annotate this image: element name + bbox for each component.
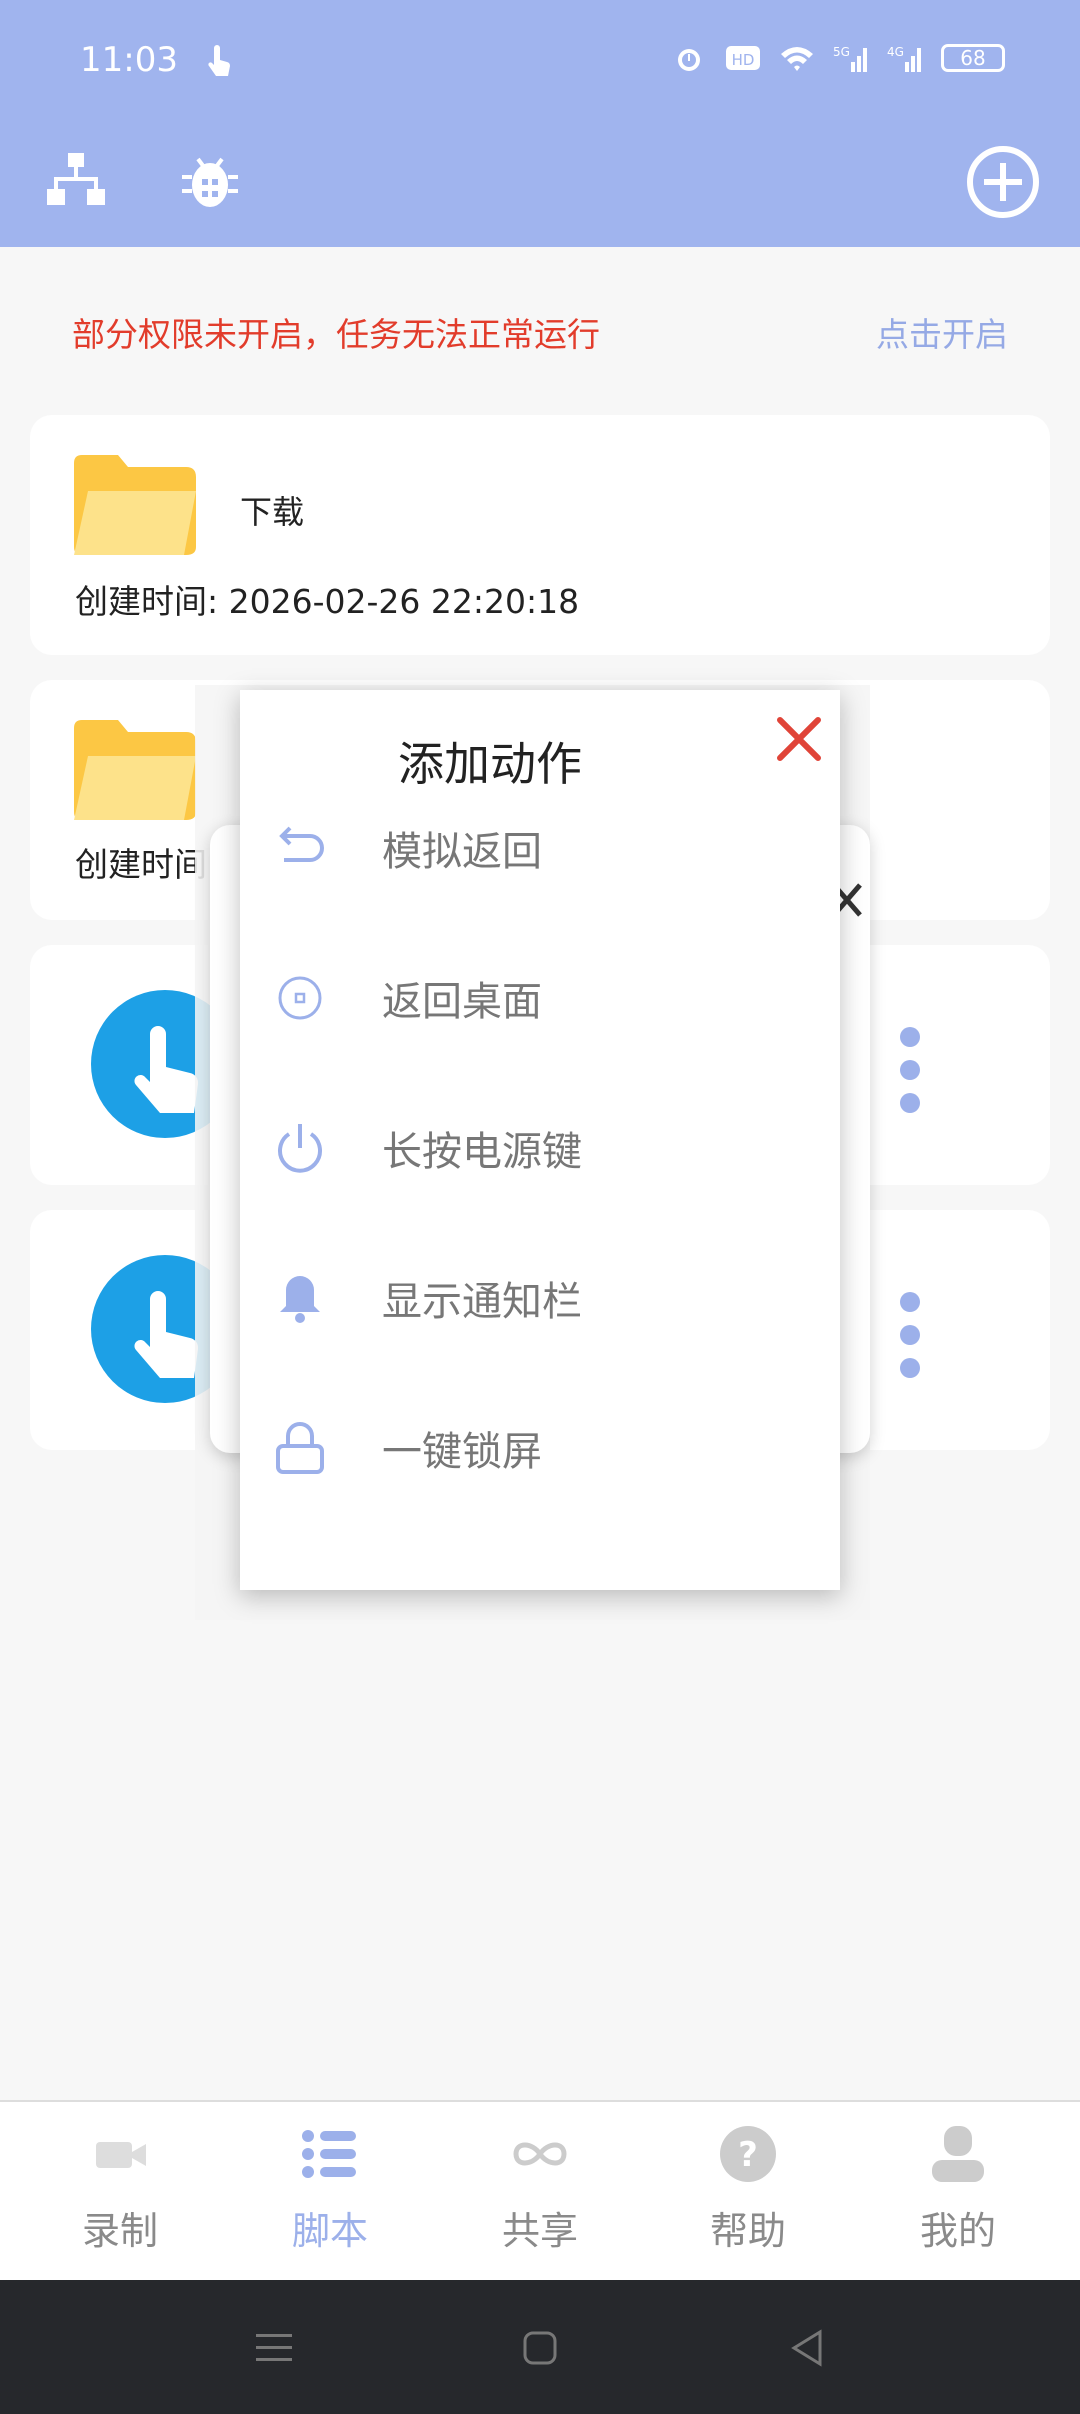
status-time: 11:03 bbox=[80, 40, 178, 80]
action-item-lock[interactable]: 一键锁屏 bbox=[270, 1388, 810, 1508]
5g-signal-icon: 5G bbox=[833, 45, 867, 72]
wifi-icon bbox=[781, 47, 813, 71]
created-time: 创建时间: 2026-02-26 22:20:18 bbox=[75, 575, 579, 623]
svg-text:HD: HD bbox=[732, 51, 755, 69]
svg-text:5G: 5G bbox=[833, 45, 850, 59]
bell-icon bbox=[280, 1276, 320, 1323]
user-icon bbox=[932, 2126, 984, 2182]
nav-label: 我的 bbox=[919, 2209, 996, 2253]
nav-item-profile[interactable]: 我的 bbox=[858, 2122, 1058, 2272]
enable-permission-link[interactable]: 点击开启 bbox=[876, 308, 1008, 356]
system-nav-bar bbox=[0, 2280, 1080, 2414]
infinity-icon bbox=[513, 2142, 567, 2166]
action-label: 模拟返回 bbox=[382, 829, 542, 875]
power-icon bbox=[278, 1124, 322, 1173]
network-icon[interactable] bbox=[44, 149, 108, 213]
action-label: 返回桌面 bbox=[382, 979, 542, 1025]
battery-level: 68 bbox=[960, 46, 986, 70]
home-square-icon[interactable] bbox=[516, 2324, 564, 2372]
script-card[interactable]: 下载 创建时间: 2026-02-26 22:20:18 bbox=[30, 415, 1050, 655]
back-triangle-icon[interactable] bbox=[784, 2324, 832, 2372]
action-label: 显示通知栏 bbox=[382, 1279, 582, 1325]
home-circle-icon bbox=[278, 976, 322, 1020]
created-time-label: 创建时间: bbox=[75, 582, 219, 621]
app-header bbox=[0, 125, 1080, 247]
add-action-dialog: 添加动作 模拟返回 返回桌面 长按电源键 显示通知栏 一键锁屏 bbox=[240, 690, 840, 1590]
back-arrow-icon bbox=[279, 826, 324, 862]
created-time-label: 创建时间 bbox=[75, 845, 207, 884]
battery-icon: 68 bbox=[941, 44, 1005, 72]
more-icon[interactable] bbox=[890, 1025, 930, 1115]
permission-warning-text: 部分权限未开启，任务无法正常运行 bbox=[72, 315, 600, 354]
script-name: 下载 bbox=[240, 493, 305, 531]
lock-icon bbox=[276, 1422, 324, 1474]
folder-icon bbox=[74, 455, 196, 555]
action-item-notification[interactable]: 显示通知栏 bbox=[270, 1238, 810, 1358]
bug-icon[interactable] bbox=[178, 149, 242, 213]
menu-icon[interactable] bbox=[250, 2324, 298, 2372]
bottom-nav: 录制 脚本 共享 ? 帮助 我的 bbox=[0, 2100, 1080, 2282]
svg-text:4G: 4G bbox=[887, 45, 904, 59]
touch-icon bbox=[208, 45, 231, 76]
alarm-icon bbox=[678, 49, 700, 71]
help-icon: ? bbox=[720, 2126, 776, 2182]
status-bar: 11:03 HD 5G 4G 68 bbox=[0, 0, 1080, 125]
folder-icon bbox=[74, 720, 196, 820]
created-time-value: 2026-02-26 22:20:18 bbox=[228, 582, 580, 621]
list-icon bbox=[302, 2130, 356, 2178]
nav-item-share[interactable]: 共享 bbox=[440, 2122, 640, 2272]
action-item-power[interactable]: 长按电源键 bbox=[270, 1088, 810, 1208]
dialog-title: 添加动作 bbox=[398, 737, 582, 791]
more-icon[interactable] bbox=[890, 1290, 930, 1380]
permission-banner: 部分权限未开启，任务无法正常运行 点击开启 bbox=[72, 308, 1008, 358]
action-item-back[interactable]: 模拟返回 bbox=[270, 788, 810, 908]
status-icons: HD 5G 4G 68 bbox=[671, 42, 1005, 74]
nav-label: 录制 bbox=[81, 2209, 158, 2253]
add-circle-icon[interactable] bbox=[964, 143, 1042, 221]
nav-item-help[interactable]: ? 帮助 bbox=[648, 2122, 848, 2272]
4g-signal-icon: 4G bbox=[887, 45, 921, 72]
nav-label: 共享 bbox=[501, 2209, 578, 2253]
nav-item-scripts[interactable]: 脚本 bbox=[230, 2122, 430, 2272]
camera-icon bbox=[96, 2142, 146, 2168]
action-label: 一键锁屏 bbox=[382, 1429, 542, 1475]
action-item-home[interactable]: 返回桌面 bbox=[270, 938, 810, 1058]
action-label: 长按电源键 bbox=[382, 1129, 582, 1175]
nav-label: 帮助 bbox=[709, 2209, 786, 2253]
svg-text:?: ? bbox=[738, 2135, 758, 2175]
close-icon[interactable] bbox=[770, 710, 828, 768]
nav-label: 脚本 bbox=[291, 2209, 368, 2253]
nav-item-record[interactable]: 录制 bbox=[20, 2122, 220, 2272]
hd-icon: HD bbox=[726, 46, 760, 70]
